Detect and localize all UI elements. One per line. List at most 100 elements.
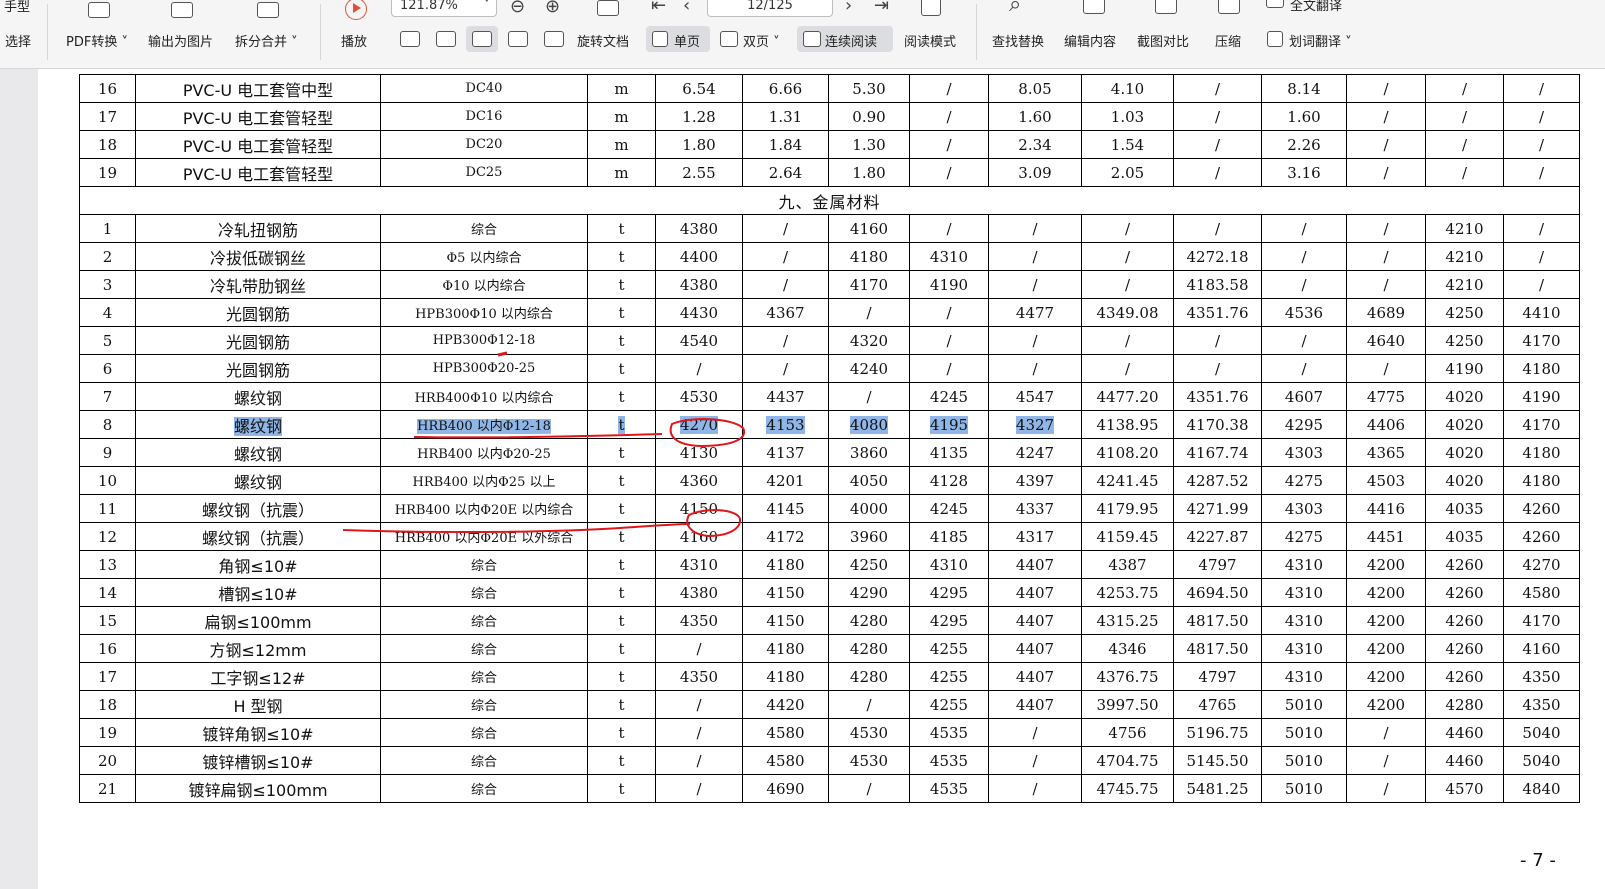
price-cell: 1.80 bbox=[828, 158, 910, 187]
price-cell: 4210 bbox=[1425, 242, 1504, 271]
search-icon: ⌕ bbox=[1009, 0, 1022, 17]
unit-cell: t bbox=[587, 242, 656, 271]
price-cell: 4170 bbox=[1503, 326, 1580, 355]
price-cell: / bbox=[655, 718, 743, 747]
row-index-cell: 4 bbox=[79, 298, 136, 327]
price-cell: 5010 bbox=[1261, 774, 1347, 803]
price-cell: 4290 bbox=[828, 578, 910, 607]
price-cell: 4160 bbox=[655, 522, 743, 551]
price-cell: 4380 bbox=[655, 270, 743, 299]
unit-cell: t bbox=[587, 746, 656, 775]
price-cell: / bbox=[909, 130, 989, 159]
price-cell: 5040 bbox=[1503, 718, 1580, 747]
price-cell: 4210 bbox=[1425, 214, 1504, 243]
prev-page-icon[interactable]: ‹ bbox=[683, 0, 690, 15]
price-cell: 4137 bbox=[742, 438, 829, 467]
next-page-icon[interactable]: › bbox=[845, 0, 852, 15]
selected-text: 4195 bbox=[929, 415, 969, 434]
actual-size-icon[interactable] bbox=[400, 31, 420, 47]
table-row: 3 冷轧带肋钢丝 Φ10 以内综合 t 4380/4170 4190//4183.58//… bbox=[79, 270, 1580, 299]
spec-cell: HRB400Φ10 以内综合 bbox=[380, 382, 588, 411]
single-page-button[interactable]: 单页 bbox=[674, 31, 700, 50]
zoom-in-icon[interactable]: ⊕ bbox=[545, 0, 560, 16]
rotate-right-icon[interactable] bbox=[544, 31, 564, 47]
price-cell: 4253.75 bbox=[1081, 578, 1174, 607]
export-image-button[interactable]: 输出为图片 bbox=[148, 31, 213, 50]
price-cell: 1.54 bbox=[1081, 130, 1174, 159]
price-cell: / bbox=[742, 242, 829, 271]
double-page-button[interactable]: 双页 ˅ bbox=[743, 31, 780, 50]
rotate-document-button[interactable]: 旋转文档 bbox=[577, 31, 629, 50]
zoom-out-icon[interactable]: ⊖ bbox=[510, 0, 525, 16]
unit-cell: t bbox=[587, 354, 656, 383]
price-cell: / bbox=[742, 214, 829, 243]
fit-page-icon[interactable] bbox=[436, 31, 456, 47]
page-tools-icon[interactable] bbox=[597, 0, 619, 16]
price-cell: / bbox=[1425, 130, 1504, 159]
selected-text: 4153 bbox=[766, 415, 805, 434]
edit-content-button[interactable]: 编辑内容 bbox=[1064, 31, 1116, 50]
read-mode-button[interactable]: 阅读模式 bbox=[904, 31, 956, 50]
price-cell: 4.10 bbox=[1081, 74, 1174, 103]
rotate-left-icon[interactable] bbox=[508, 31, 528, 47]
price-cell: 2.26 bbox=[1261, 130, 1347, 159]
price-cell: 4407 bbox=[988, 634, 1082, 663]
price-cell: 4210 bbox=[1425, 270, 1504, 299]
unit-cell: t bbox=[587, 438, 656, 467]
spec-cell: 综合 bbox=[380, 550, 588, 579]
selected-text: HRB400 以内Φ12-18 bbox=[417, 419, 551, 434]
zoom-select[interactable]: 121.87% ˅ bbox=[391, 0, 497, 17]
price-cell: / bbox=[1173, 326, 1262, 355]
table-row: 19 镀锌角钢≤10# 综合 t/4580 4530 4535/4756 5196.75 50… bbox=[79, 718, 1580, 747]
find-replace-button[interactable]: 查找替换 bbox=[992, 31, 1044, 50]
table-row: 12 螺纹钢（抗震） HRB400 以内Φ20E 以外综合 t 4160 4172 3960… bbox=[79, 522, 1580, 551]
play-button[interactable]: 播放 bbox=[341, 31, 367, 50]
price-cell: 4817.50 bbox=[1173, 606, 1262, 635]
unit-cell: t bbox=[587, 298, 656, 327]
price-cell: 4756 bbox=[1081, 718, 1174, 747]
spec-cell: HPB300Φ12-18 bbox=[380, 326, 588, 355]
material-name-cell: 镀锌角钢≤10# bbox=[135, 718, 381, 747]
split-merge-button[interactable]: 拆分合并 ˅ bbox=[235, 31, 298, 50]
price-cell: 4195 bbox=[909, 410, 989, 439]
select-mode-button[interactable]: 选择 bbox=[5, 31, 31, 50]
screenshot-compare-button[interactable]: 截图对比 bbox=[1137, 31, 1189, 50]
price-cell: 4407 bbox=[988, 662, 1082, 691]
continuous-read-button[interactable]: 连续阅读 bbox=[825, 31, 877, 50]
price-cell: 4310 bbox=[909, 242, 989, 271]
page-number-input[interactable]: 12/125 bbox=[707, 0, 833, 17]
price-cell: 4255 bbox=[909, 662, 989, 691]
hand-mode-button[interactable]: 手型 bbox=[4, 0, 30, 15]
unit-cell: t bbox=[587, 690, 656, 719]
price-cell: 4797 bbox=[1173, 550, 1262, 579]
price-cell: 4407 bbox=[988, 690, 1082, 719]
price-cell: 4317 bbox=[988, 522, 1082, 551]
export-image-icon bbox=[171, 2, 193, 18]
row-index-cell: 15 bbox=[79, 606, 136, 635]
table-row: 7 螺纹钢 HRB400Φ10 以内综合 t 4530 4437/4245 4547 4477… bbox=[79, 382, 1580, 411]
unit-cell: t bbox=[587, 774, 656, 803]
price-table: 16 PVC-U 电工套管中型 DC40 m 6.54 6.66 5.30/8.05 4.10… bbox=[79, 74, 1580, 803]
table-row: 21 镀锌扁钢≤100mm 综合 t/4690/4535/4745.75 5481.25… bbox=[79, 774, 1580, 803]
spec-cell: 综合 bbox=[380, 606, 588, 635]
price-cell: 2.05 bbox=[1081, 158, 1174, 187]
price-cell: 4420 bbox=[742, 690, 829, 719]
material-name-cell: 光圆钢筋 bbox=[135, 326, 381, 355]
first-page-icon[interactable]: ⇤ bbox=[651, 0, 666, 15]
fit-width-icon[interactable] bbox=[472, 31, 492, 47]
row-index-cell: 13 bbox=[79, 550, 136, 579]
price-cell: 4180 bbox=[1503, 438, 1580, 467]
spec-cell: HPB300Φ20-25 bbox=[380, 354, 588, 383]
spec-cell: 综合 bbox=[380, 690, 588, 719]
selected-text: 4270 bbox=[679, 415, 719, 434]
word-translate-button[interactable]: 划词翻译 ˅ bbox=[1289, 31, 1352, 50]
fulltext-translate-button[interactable]: 全文翻译 bbox=[1290, 0, 1342, 14]
pdf-convert-button[interactable]: PDF转换 ˅ bbox=[66, 31, 128, 50]
price-cell: 1.31 bbox=[742, 102, 829, 131]
compress-button[interactable]: 压缩 bbox=[1215, 31, 1241, 50]
selected-text: 螺纹钢 bbox=[233, 416, 282, 436]
price-cell: 4159.45 bbox=[1081, 522, 1174, 551]
price-cell: 5145.50 bbox=[1173, 746, 1262, 775]
price-cell: 4535 bbox=[909, 774, 989, 803]
last-page-icon[interactable]: ⇥ bbox=[874, 0, 889, 15]
